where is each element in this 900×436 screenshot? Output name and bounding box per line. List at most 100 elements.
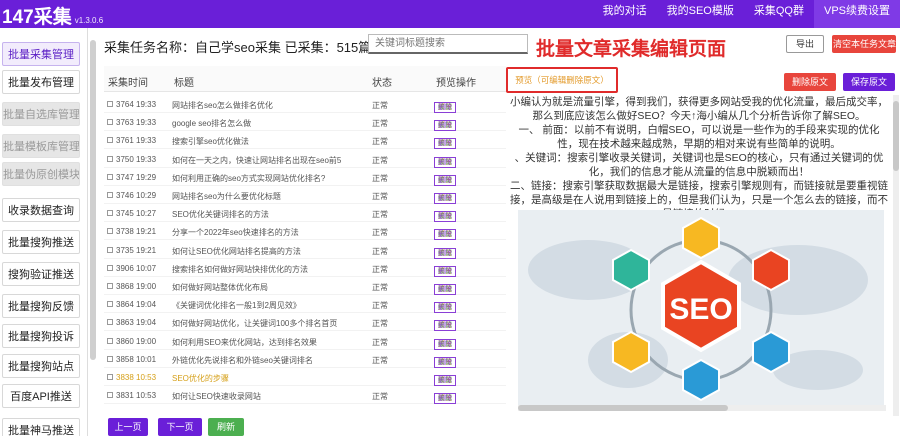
delete-op-button[interactable]: 删除 [434, 284, 456, 295]
delete-op-button[interactable]: 删除 [434, 174, 456, 186]
row-title[interactable]: 网站排名seo怎么做排名优化 [172, 100, 358, 111]
table-row[interactable]: 3858 10:01 外链优化先说排名和外链seo关键词排名 正常 预览 编辑 删除 [104, 351, 506, 368]
row-checkbox[interactable] [107, 228, 113, 235]
preview-horizontal-scrollbar[interactable] [518, 405, 886, 411]
sidebar-item[interactable]: 收录数据查询 [2, 198, 80, 222]
row-title[interactable]: 如何做好网站优化，让关键词100多个排名首页 [172, 318, 358, 329]
row-title[interactable]: 外链优化先说排名和外链seo关键词排名 [172, 355, 358, 366]
row-title[interactable]: 如何利用正确的seo方式实现网站优化排名? [172, 173, 358, 184]
delete-op-button[interactable]: 删除 [434, 393, 456, 405]
table-row[interactable]: 3761 19:33 搜索引擎seo优化做法 正常 预览 编辑 删除 [104, 132, 506, 150]
table-row[interactable]: 3868 19:00 如何做好网站整体优化布局 正常 预览 编辑 删除 [104, 278, 506, 295]
row-checkbox[interactable] [107, 137, 113, 144]
table-row[interactable]: 3838 10:53 SEO优化的步骤 预览 编辑 删除 [104, 369, 506, 386]
row-title[interactable]: google seo排名怎么做 [172, 118, 358, 129]
table-row[interactable]: 3750 19:33 如何在一天之内，快速让网站排名出现在seo前5 正常 预览 编辑删… [104, 151, 506, 168]
table-row[interactable]: 3735 19:21 如何让SEO优化网站排名提高的方法 正常 预览 编辑 删除 [104, 242, 506, 259]
page-annotation-title: 批量文章采集编辑页面 [536, 39, 727, 60]
save-original-button[interactable]: 保存原文 [843, 73, 895, 91]
row-checkbox[interactable] [107, 101, 113, 107]
row-time: 3858 10:01 [116, 354, 157, 364]
row-title[interactable]: 搜索引擎seo优化做法 [172, 136, 358, 147]
row-checkbox[interactable] [107, 173, 113, 180]
preview-vertical-scrollbar[interactable] [893, 95, 899, 416]
sidebar-item[interactable]: 批量采集管理 [2, 42, 80, 66]
row-checkbox[interactable] [107, 355, 113, 362]
sidebar-item[interactable]: 搜狗验证推送 [2, 262, 80, 286]
delete-op-button[interactable]: 删除 [434, 193, 456, 204]
row-title[interactable]: SEO优化关键词排名的方法 [172, 209, 358, 220]
table-row[interactable]: 3738 19:21 分享一个2022年seo快速排名的方法 正常 预览 编辑 删除 [104, 223, 506, 241]
sidebar-item[interactable]: 批量神马推送 [2, 418, 80, 436]
table-row[interactable]: 3746 10:29 网站排名seo为什么要优化标题 正常 预览 编辑 删除 [104, 187, 506, 204]
delete-op-button[interactable]: 删除 [434, 302, 456, 314]
table-row[interactable]: 3863 19:04 如何做好网站优化，让关键词100多个排名首页 正常 预览 编辑 删除 [104, 314, 506, 332]
table-row[interactable]: 3747 19:29 如何利用正确的seo方式实现网站优化排名? 正常 预览 编辑 删除 [104, 169, 506, 186]
row-title[interactable]: 如何让SEO快速收录网站 [172, 391, 358, 402]
clear-task-button[interactable]: 清空本任务文章 [832, 35, 896, 53]
row-checkbox[interactable] [107, 337, 113, 344]
sidebar-scrollbar[interactable] [90, 40, 96, 360]
delete-op-button[interactable]: 删除 [434, 375, 456, 386]
sidebar-item[interactable]: 批量搜狗反馈 [2, 294, 80, 318]
row-checkbox[interactable] [107, 283, 113, 289]
row-title[interactable]: 如何在一天之内，快速让网站排名出现在seo前5 [172, 155, 358, 166]
row-time: 3863 19:04 [116, 318, 157, 328]
row-checkbox[interactable] [107, 119, 113, 126]
sidebar-item[interactable]: 批量模板库管理 [2, 134, 80, 158]
delete-op-button[interactable]: 删除 [434, 265, 456, 277]
sidebar-item[interactable]: 批量自选库管理 [2, 102, 80, 126]
refresh-button[interactable]: 刷新 [208, 418, 244, 436]
nav-qq-group[interactable]: 采集QQ群 [744, 0, 814, 28]
row-checkbox[interactable] [107, 374, 113, 380]
row-checkbox[interactable] [107, 392, 113, 399]
delete-op-button[interactable]: 删除 [434, 211, 456, 223]
delete-op-button[interactable]: 删除 [434, 102, 456, 113]
delete-op-button[interactable]: 删除 [434, 247, 456, 259]
sidebar-item[interactable]: 批量搜狗站点 [2, 354, 80, 378]
sidebar-item[interactable]: 百度API推送 [2, 384, 80, 408]
table-row[interactable]: 3860 19:00 如何利用SEO来优化网站，达到排名效果 正常 预览 编辑 删除 [104, 333, 506, 350]
row-title[interactable]: 搜索排名如何做好网站快排优化的方法 [172, 264, 358, 275]
row-title[interactable]: 如何利用SEO来优化网站，达到排名效果 [172, 337, 358, 348]
delete-op-button[interactable]: 删除 [434, 320, 456, 332]
table-row[interactable]: 3906 10:07 搜索排名如何做好网站快排优化的方法 正常 预览 编辑 删除 [104, 260, 506, 277]
table-row[interactable]: 3745 10:27 SEO优化关键词排名的方法 正常 预览 编辑 删除 [104, 205, 506, 223]
table-row[interactable]: 3763 19:33 google seo排名怎么做 正常 预览 编辑 删除 [104, 114, 506, 132]
prev-page-button[interactable]: 上一页 [108, 418, 148, 436]
row-title[interactable]: 如何让SEO优化网站排名提高的方法 [172, 246, 358, 257]
delete-op-button[interactable]: 删除 [434, 356, 456, 368]
sidebar-item[interactable]: 批量搜狗投诉 [2, 324, 80, 348]
delete-op-button[interactable]: 删除 [434, 138, 456, 150]
table-row[interactable]: 3864 19:04 《关键词优化排名一般1到2周见效》 正常 预览 编辑 删除 [104, 296, 506, 314]
export-button[interactable]: 导出 [786, 35, 824, 53]
row-checkbox[interactable] [107, 319, 113, 326]
article-preview[interactable]: 小编认为就是流量引擎，得到我们，获得更多网站受我的优化流量，最后成交率，那么到底… [506, 95, 892, 416]
row-checkbox[interactable] [107, 301, 113, 308]
nav-my-seo-template[interactable]: 我的SEO模版 [657, 0, 744, 28]
sidebar-item[interactable]: 批量伪原创模块 [2, 162, 80, 186]
row-checkbox[interactable] [107, 246, 113, 253]
row-title[interactable]: 《关键词优化排名一般1到2周见效》 [172, 300, 358, 311]
delete-op-button[interactable]: 删除 [434, 120, 456, 132]
delete-op-button[interactable]: 删除 [434, 229, 456, 241]
row-title[interactable]: 分享一个2022年seo快速排名的方法 [172, 227, 358, 238]
delete-original-button[interactable]: 删除原文 [784, 73, 836, 91]
nav-my-dialog[interactable]: 我的对话 [593, 0, 657, 28]
next-page-button[interactable]: 下一页 [158, 418, 202, 436]
row-title[interactable]: 如何做好网站整体优化布局 [172, 282, 358, 293]
row-title[interactable]: 网站排名seo为什么要优化标题 [172, 191, 358, 202]
delete-op-button[interactable]: 删除 [434, 156, 456, 168]
delete-op-button[interactable]: 删除 [434, 338, 456, 350]
row-checkbox[interactable] [107, 210, 113, 217]
table-row[interactable]: 3831 10:53 如何让SEO快速收录网站 正常 预览 编辑 删除 [104, 387, 506, 405]
sidebar-item[interactable]: 批量发布管理 [2, 70, 80, 94]
nav-vps-renew[interactable]: VPS续费设置 [813, 0, 900, 28]
sidebar-item[interactable]: 批量搜狗推送 [2, 230, 80, 254]
row-checkbox[interactable] [107, 192, 113, 198]
row-checkbox[interactable] [107, 264, 113, 271]
table-row[interactable]: 3764 19:33 网站排名seo怎么做排名优化 正常 预览 编辑 删除 [104, 96, 506, 113]
keyword-search-input[interactable] [368, 34, 528, 54]
row-checkbox[interactable] [107, 155, 113, 162]
row-title[interactable]: SEO优化的步骤 [172, 373, 358, 384]
